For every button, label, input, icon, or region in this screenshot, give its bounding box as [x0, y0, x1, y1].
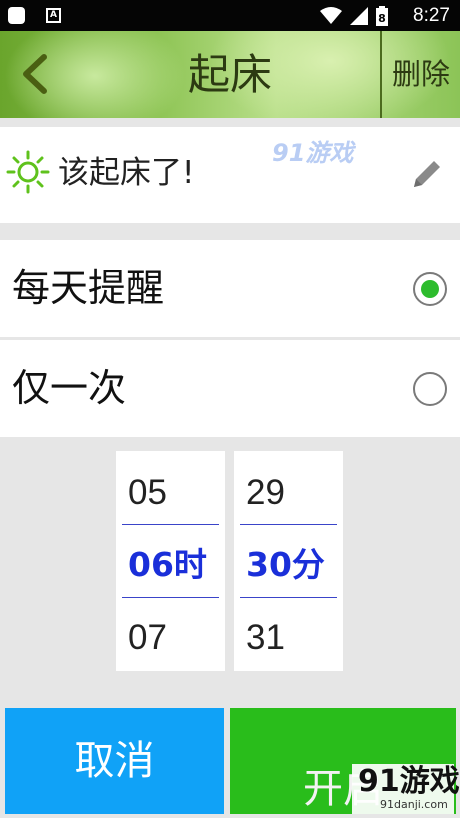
option-once[interactable]: 仅一次: [0, 340, 460, 437]
header-bar: 起床 删除: [0, 31, 460, 118]
page-title: 起床: [187, 50, 272, 99]
a-notification-icon: A: [46, 8, 61, 23]
status-icons: 8: [320, 6, 388, 26]
edit-pencil-icon[interactable]: [408, 155, 446, 193]
delete-button[interactable]: 删除: [382, 31, 460, 118]
battery-icon: 8: [376, 6, 388, 26]
option-label: 仅一次: [12, 366, 127, 410]
option-every-day[interactable]: 每天提醒: [0, 240, 460, 337]
watermark-sub-text: 91danji.com: [380, 798, 448, 811]
cancel-button[interactable]: 取消: [5, 708, 224, 814]
status-bar: A 8 8:27: [0, 0, 460, 31]
clock: 8:27: [413, 5, 450, 26]
signal-icon: [350, 7, 368, 25]
sun-icon: [6, 150, 50, 194]
minute-current: 30分: [246, 545, 325, 584]
minute-prev[interactable]: 29: [246, 471, 285, 515]
radio-selected[interactable]: [413, 272, 447, 306]
hour-picker[interactable]: 05 06时 07: [116, 451, 225, 671]
picker-divider: [122, 524, 219, 525]
hour-current: 06时: [128, 545, 207, 584]
alarm-label-row[interactable]: 该起床了!: [0, 127, 460, 223]
hour-next[interactable]: 07: [128, 616, 167, 660]
watermark-main-text: 91游戏: [358, 764, 460, 799]
back-arrow-icon: [23, 54, 47, 94]
minute-picker[interactable]: 29 30分 31: [234, 451, 343, 671]
wifi-icon: [320, 7, 342, 24]
app-notification-icon: [8, 7, 25, 24]
option-label: 每天提醒: [12, 266, 165, 310]
radio-unselected[interactable]: [413, 372, 447, 406]
picker-divider: [240, 524, 337, 525]
battery-glyph: 8: [378, 12, 386, 25]
minute-next[interactable]: 31: [246, 616, 285, 660]
back-button[interactable]: [12, 49, 56, 99]
alarm-label-text: 该起床了!: [58, 155, 195, 191]
watermark-logo: 91游戏: [272, 139, 354, 167]
picker-divider: [240, 597, 337, 598]
picker-divider: [122, 597, 219, 598]
hour-prev[interactable]: 05: [128, 471, 167, 515]
